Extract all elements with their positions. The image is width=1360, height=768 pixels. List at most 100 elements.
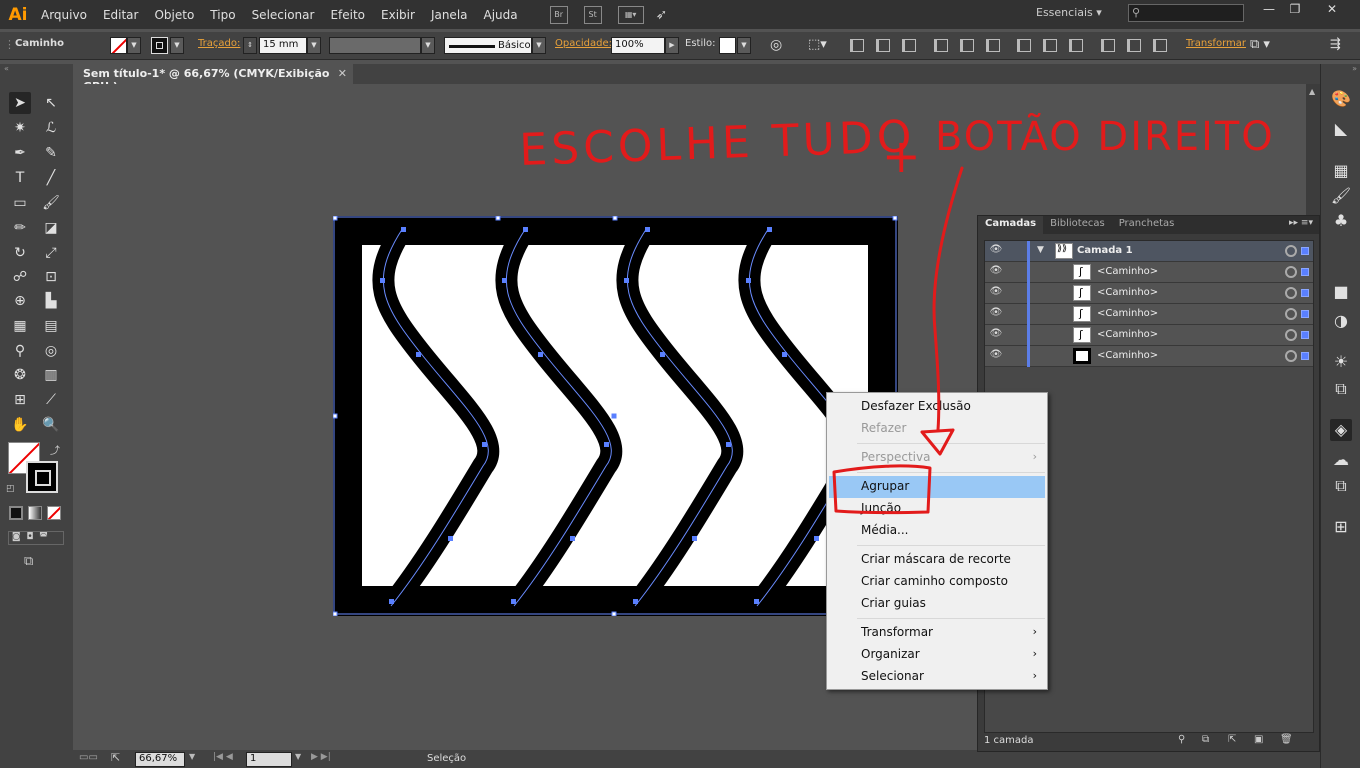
free-transform-tool-icon[interactable]: ⊡ [40, 266, 62, 288]
locate-object-icon[interactable]: ⚲ [1178, 734, 1190, 746]
opacity-link[interactable]: Opacidade: [555, 38, 612, 49]
search-input[interactable]: ⚲ [1128, 4, 1244, 22]
selection-indicator[interactable] [1301, 247, 1309, 255]
graphic-styles-icon[interactable]: ⧉ [1330, 378, 1352, 400]
target-circle-icon[interactable] [1285, 350, 1297, 362]
collapse-tools-icon[interactable]: « [0, 64, 73, 73]
visibility-eye-icon[interactable]: 👁 [989, 265, 1003, 279]
zoom-tool-icon[interactable]: 🔍 [40, 414, 62, 436]
zoom-field[interactable]: 66,67% [135, 752, 185, 767]
bridge-button[interactable]: Br [549, 5, 568, 24]
align-top-icon[interactable] [934, 39, 948, 52]
transform-link[interactable]: Transformar [1186, 38, 1246, 49]
artboard-nav-next-icon[interactable]: ▶ ▶| [311, 752, 331, 762]
stroke-swatch[interactable] [26, 461, 58, 493]
line-tool-icon[interactable]: ╱ [40, 167, 62, 189]
distribute-top-icon[interactable] [1017, 39, 1031, 52]
align-left-icon[interactable] [850, 39, 864, 52]
target-circle-icon[interactable] [1285, 245, 1297, 257]
align-right-icon[interactable] [902, 39, 916, 52]
paintbrush-tool-icon[interactable]: 🖌 [40, 192, 62, 214]
symbols-panel-icon[interactable]: ♣ [1330, 210, 1352, 232]
column-graph-tool-icon[interactable]: ▥ [40, 364, 62, 386]
stroke-color-button[interactable] [151, 37, 168, 54]
direct-selection-tool-icon[interactable]: ↖ [40, 92, 62, 114]
tab-camadas[interactable]: Camadas [978, 216, 1044, 234]
artboard-tool-icon[interactable]: ⊞ [9, 389, 31, 411]
distribute-right-icon[interactable] [1153, 39, 1167, 52]
visibility-eye-icon[interactable]: 👁 [989, 244, 1003, 258]
visibility-eye-icon[interactable]: 👁 [989, 349, 1003, 363]
align-to-icon[interactable]: ⬚▾ [808, 37, 827, 52]
shape-builder-tool-icon[interactable]: ⊕ [9, 290, 31, 312]
selection-indicator[interactable] [1301, 310, 1309, 318]
visibility-eye-icon[interactable]: 👁 [989, 328, 1003, 342]
opacity-field[interactable]: 100% [611, 37, 665, 54]
selection-indicator[interactable] [1301, 352, 1309, 360]
zoom-dropdown-icon[interactable]: ▼ [189, 752, 195, 761]
blend-tool-icon[interactable]: ◎ [40, 340, 62, 362]
fill-color-button[interactable] [110, 37, 127, 54]
menu-arquivo[interactable]: Arquivo [33, 8, 95, 22]
gradient-panel-icon[interactable]: ■ [1330, 281, 1352, 303]
brush-definition-field[interactable]: Básico [444, 37, 532, 54]
rectangle-tool-icon[interactable]: ▭ [9, 192, 31, 214]
sublayer-row[interactable]: 👁 <Caminho> [985, 346, 1313, 367]
align-vertical-center-icon[interactable] [960, 39, 974, 52]
collapse-dock-icon[interactable]: » [1321, 64, 1360, 73]
selection-indicator[interactable] [1301, 268, 1309, 276]
slice-tool-icon[interactable]: ⟋ [40, 389, 62, 411]
control-panel-menu-icon[interactable]: ⇶ [1330, 37, 1341, 52]
menu-item-compound-path[interactable]: Criar caminho composto [827, 571, 1047, 593]
default-fill-stroke-icon[interactable]: ◰ [6, 484, 15, 494]
visibility-eye-icon[interactable]: 👁 [989, 286, 1003, 300]
rotate-tool-icon[interactable]: ↻ [9, 242, 31, 264]
selection-indicator[interactable] [1301, 331, 1309, 339]
menu-item-guides[interactable]: Criar guias [827, 593, 1047, 615]
menu-item-transform[interactable]: Transformar › [827, 622, 1047, 644]
libraries-panel-icon[interactable]: ☁ [1330, 449, 1352, 471]
stroke-weight-field[interactable]: 15 mm [259, 37, 307, 54]
menu-item-undo[interactable]: Desfazer Exclusão [827, 396, 1047, 418]
create-sublayer-icon[interactable]: ⇱ [1228, 734, 1240, 746]
layers-panel-icon[interactable]: ◈ [1330, 419, 1352, 441]
distribute-bottom-icon[interactable] [1069, 39, 1083, 52]
graphic-style-swatch[interactable] [719, 37, 736, 54]
sublayer-row[interactable]: 👁 ʃ <Caminho> [985, 262, 1313, 283]
recolor-artwork-icon[interactable]: ◎ [770, 37, 782, 53]
menu-item-select[interactable]: Selecionar › [827, 666, 1047, 688]
delete-layer-icon[interactable]: 🗑 [1280, 734, 1293, 746]
menu-item-arrange[interactable]: Organizar › [827, 644, 1047, 666]
artboard-nav-prev-icon[interactable]: |◀ ◀ [213, 752, 233, 762]
mesh-tool-icon[interactable]: ▦ [9, 315, 31, 337]
make-clipping-mask-icon[interactable]: ⧉ [1202, 734, 1214, 746]
menu-efeito[interactable]: Efeito [322, 8, 373, 22]
menu-editar[interactable]: Editar [95, 8, 147, 22]
distribute-horizontal-center-icon[interactable] [1127, 39, 1141, 52]
align-bottom-icon[interactable] [986, 39, 1000, 52]
none-mode-icon[interactable] [47, 506, 61, 520]
tab-pranchetas[interactable]: Pranchetas [1112, 216, 1182, 234]
stroke-weight-dropdown[interactable]: ▼ [307, 37, 321, 54]
document-tab[interactable]: Sem título-1* @ 66,67% (CMYK/Exibição GP… [73, 64, 353, 93]
close-window-button[interactable]: ✕ [1312, 2, 1352, 18]
brushes-panel-icon[interactable]: 🖌 [1330, 185, 1352, 207]
color-guide-icon[interactable]: ◣ [1330, 118, 1352, 140]
artwork[interactable] [333, 216, 898, 616]
type-tool-icon[interactable]: T [9, 167, 31, 189]
menu-ajuda[interactable]: Ajuda [476, 8, 526, 22]
profile-dropdown[interactable]: ▼ [421, 37, 435, 54]
opacity-dropdown[interactable]: ▶ [665, 37, 679, 54]
target-circle-icon[interactable] [1285, 287, 1297, 299]
artboard-number-field[interactable]: 1 [246, 752, 292, 767]
expand-triangle-icon[interactable]: ▼ [1037, 245, 1044, 255]
workspace-switcher[interactable]: Essenciais ▾ [1036, 6, 1102, 19]
menu-item-average[interactable]: Média... [827, 520, 1047, 542]
menu-item-join[interactable]: Junção [827, 498, 1047, 520]
target-circle-icon[interactable] [1285, 266, 1297, 278]
graph-tool-icon[interactable]: ▙ [40, 290, 62, 312]
stroke-weight-link[interactable]: Traçado: [198, 38, 240, 49]
minimize-button[interactable]: — [1258, 2, 1280, 18]
hand-tool-icon[interactable]: ✋ [9, 414, 31, 436]
visibility-eye-icon[interactable]: 👁 [989, 307, 1003, 321]
